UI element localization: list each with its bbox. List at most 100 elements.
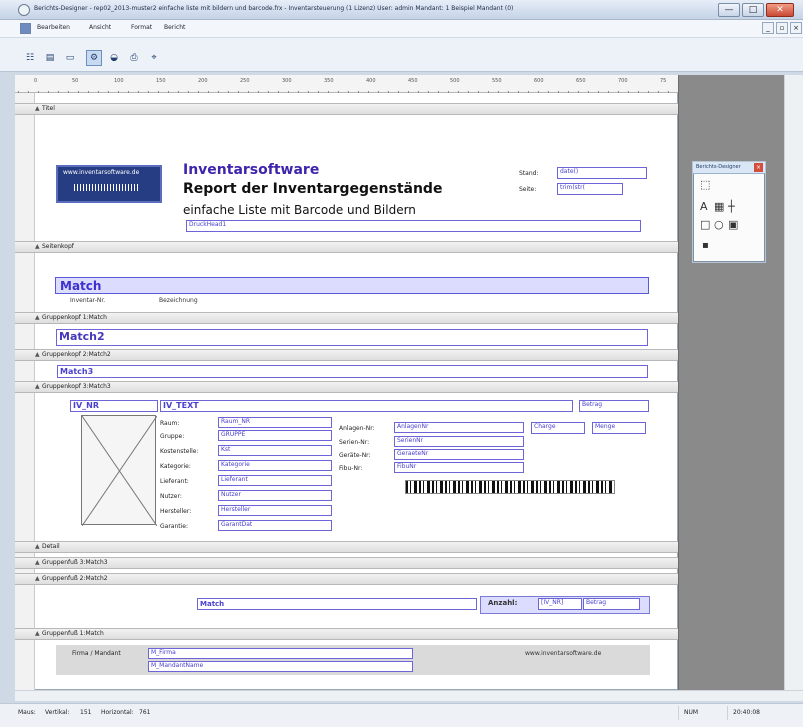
firma-field[interactable]: M_Firma [148,648,413,659]
band-gruppenfuss-1[interactable]: ▲ Gruppenfuß 1:Match [15,628,678,640]
band-label: Gruppenfuß 3:Match3 [42,559,108,566]
band-gruppenkopf-3[interactable]: ▲ Gruppenkopf 3:Match3 [15,381,678,393]
match3-field[interactable]: Match3 [57,365,648,378]
anlagen-field[interactable]: AnlagenNr [394,422,524,433]
band-seitenkopf[interactable]: ▲ Seitenkopf [15,241,678,253]
text-icon[interactable]: A [700,200,708,213]
mdi-restore-button[interactable]: ▫ [776,22,788,34]
footer-website: www.inventarsoftware.de [525,650,602,657]
kategorie-field[interactable]: Kategorie [218,460,332,471]
seite-label: Seite: [519,186,537,193]
layout-icon[interactable]: ☷ [22,50,38,66]
ruler-mark: 350 [324,78,334,84]
betrag-field[interactable]: Betrag [579,400,649,412]
toolbox-close-icon[interactable]: × [754,163,763,172]
ruler-mark: 75 [660,78,667,84]
charge-field[interactable]: Charge [531,422,585,434]
band-detail[interactable]: ▲ Detail [15,541,678,553]
serien-field[interactable]: SerienNr [394,436,524,447]
collapse-icon[interactable]: ▲ [35,104,42,114]
collapse-icon[interactable]: ▲ [35,574,42,584]
ellipse-tool-icon[interactable]: ○ [714,218,724,231]
stand-field[interactable]: date() [557,167,647,179]
ruler-mark: 450 [408,78,418,84]
firma-label: Firma / Mandant [72,650,121,657]
hersteller-field[interactable]: Hersteller [218,505,332,516]
footer-match-field[interactable]: Match [197,598,477,610]
menu-bearbeiten[interactable]: Bearbeiten [37,24,70,31]
band-titel[interactable]: ▲ Titel [15,103,678,115]
menu-bericht[interactable]: Bericht [164,24,185,31]
minimize-button[interactable]: — [718,3,740,17]
mandant-field[interactable]: M_MandantName [148,661,413,672]
anzahl-field[interactable]: [IV_NR] [538,598,582,610]
close-button[interactable]: ✕ [766,3,794,17]
lieferant-field[interactable]: Lieferant [218,475,332,486]
collapse-icon[interactable]: ▲ [35,382,42,392]
image-placeholder[interactable] [81,415,158,527]
kostenstelle-field[interactable]: Kst [218,445,332,456]
mdi-close-button[interactable]: × [790,22,802,34]
kategorie-label: Kategorie: [160,463,191,470]
band-label: Gruppenfuß 1:Match [42,630,104,637]
geraete-label: Geräte-Nr: [339,452,371,459]
barcode-field[interactable] [405,480,615,494]
band-gruppenkopf-1[interactable]: ▲ Gruppenkopf 1:Match [15,312,678,324]
menu-ansicht[interactable]: Ansicht [89,24,111,31]
footer-betrag-field[interactable]: Betrag [583,598,640,610]
collapse-icon[interactable]: ▲ [35,542,42,552]
band-label: Gruppenkopf 2:Match2 [42,351,111,358]
band-label: Gruppenfuß 2:Match2 [42,575,108,582]
iv-nr-field[interactable]: IV_NR [70,400,158,412]
page-header-match-bar[interactable] [55,277,649,294]
pin-icon[interactable]: ⌖ [146,50,162,66]
band-gruppenfuss-3[interactable]: ▲ Gruppenfuß 3:Match3 [15,557,678,569]
ruler-mark: 200 [198,78,208,84]
rectangle-tool-icon[interactable]: □ [700,218,710,231]
mdi-minimize-button[interactable]: _ [762,22,774,34]
garantie-field[interactable]: GarantDat [218,520,332,531]
window-title: Berichts-Designer - rep02_2013-muster2 e… [34,5,514,12]
seite-field[interactable]: trim(str( [557,183,623,195]
pointer-icon[interactable]: ⬚ [700,178,710,191]
collapse-icon[interactable]: ▲ [35,313,42,323]
shape-icon[interactable]: ◒ [106,50,122,66]
collapse-icon[interactable]: ▲ [35,629,42,639]
druckhead-field[interactable]: DruckHead1 [186,220,641,232]
ruler-mark: 250 [240,78,250,84]
match2-field[interactable]: Match2 [56,329,648,346]
gruppe-label: Gruppe: [160,433,185,440]
app-icon [18,4,30,16]
image-tool-icon[interactable]: ▦ [714,200,724,213]
maximize-button[interactable]: □ [742,3,764,17]
serien-label: Serien-Nr: [339,439,370,446]
horizontal-scrollbar[interactable] [15,690,803,701]
menu-format[interactable]: Format [131,24,152,31]
menge-field[interactable]: Menge [592,422,646,434]
lock-icon[interactable]: ▪ [702,240,709,251]
page-icon[interactable]: ▭ [62,50,78,66]
save-tool-icon[interactable]: ▣ [728,218,738,231]
gruppe-field[interactable]: GRUPPE [218,430,332,441]
geraete-field[interactable]: GeraeteNr [394,449,524,460]
vertical-scrollbar[interactable] [784,75,803,690]
lieferant-label: Lieferant: [160,478,189,485]
band-icon[interactable]: ▤ [42,50,58,66]
mouse-label: Maus: [18,709,36,716]
barcode-icon [74,184,138,191]
iv-text-field[interactable]: IV_TEXT [160,400,573,412]
collapse-icon[interactable]: ▲ [35,558,42,568]
band-gruppenfuss-2[interactable]: ▲ Gruppenfuß 2:Match2 [15,573,678,585]
raum-field[interactable]: Raum_NR [218,417,332,428]
settings-icon[interactable]: ⚙ [86,50,102,66]
ruler-mark: 0 [34,78,38,84]
print-icon[interactable]: ⎙ [126,50,142,66]
collapse-icon[interactable]: ▲ [35,350,42,360]
fibu-field[interactable]: FibuNr [394,462,524,473]
line-tool-icon[interactable]: ┼ [728,200,735,213]
horizontal-value: 761 [139,709,151,716]
band-gruppenkopf-2[interactable]: ▲ Gruppenkopf 2:Match2 [15,349,678,361]
bezeichnung-label: Bezeichnung [159,297,198,304]
collapse-icon[interactable]: ▲ [35,242,42,252]
nutzer-field[interactable]: Nutzer [218,490,332,501]
